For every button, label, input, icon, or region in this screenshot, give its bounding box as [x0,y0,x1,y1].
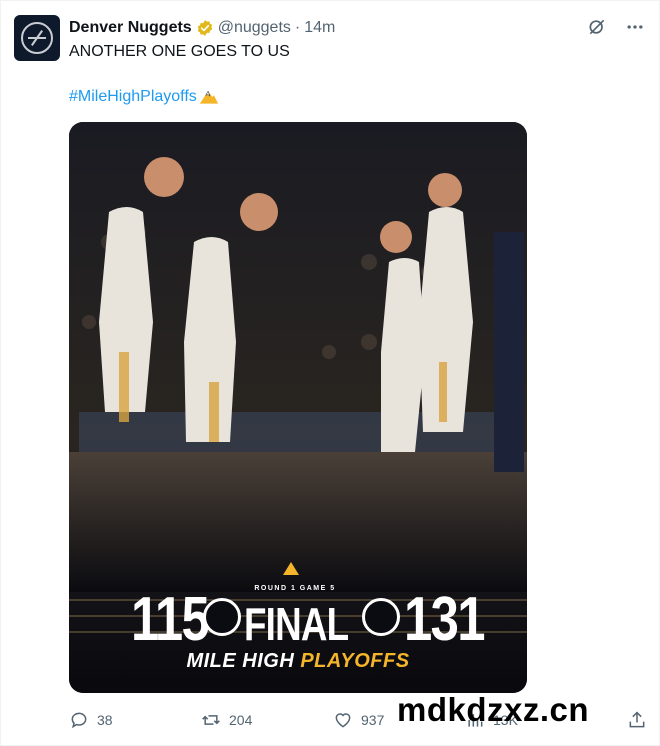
top-actions [587,17,645,37]
share-icon [629,711,645,728]
nuggets-logo-icon [21,22,53,54]
final-label: FINAL [244,598,349,650]
watermark-text: mdkdzxz.cn [397,691,590,728]
more-icon[interactable] [625,17,645,37]
banner-yellow: PLAYOFFS [300,650,410,672]
timestamp[interactable]: 14m [304,19,335,37]
banner-white: MILE HIGH [186,650,301,672]
tweet-media-image[interactable]: ROUND 1 GAME 5 115 FINAL 131 MILE HIGH P… [69,122,527,693]
verified-icon [197,20,212,36]
tweet-header: Denver Nuggets @nuggets · 14m [69,17,335,39]
reply-icon [71,712,87,729]
author-handle[interactable]: @nuggets [218,19,291,37]
mountain-emoji-icon [199,90,218,104]
team-logo-left-icon [203,598,241,636]
hashtag-link[interactable]: #MileHighPlayoffs [69,87,197,107]
playoffs-banner: MILE HIGH PLAYOFFS [69,650,527,673]
grok-icon[interactable] [587,17,607,37]
team-logo-right-icon [362,598,400,636]
tweet-text: ANOTHER ONE GOES TO US [69,43,290,60]
score-nuggets: 131 [404,585,486,654]
hashtag-line: #MileHighPlayoffs [69,87,219,107]
tweet-card[interactable]: Denver Nuggets @nuggets · 14m ANOTHER ON… [0,0,660,746]
round-label: ROUND 1 GAME 5 [254,585,336,592]
avatar[interactable] [14,15,60,61]
like-button[interactable]: 937 [333,710,384,730]
retweet-icon [202,715,220,725]
retweet-button[interactable]: 204 [201,710,252,730]
reply-button[interactable]: 38 [69,710,113,730]
reply-count: 38 [97,712,113,728]
like-icon [335,713,351,728]
author-name[interactable]: Denver Nuggets [69,19,192,37]
retweet-count: 204 [229,712,253,728]
scoreboard-overlay: ROUND 1 GAME 5 115 FINAL 131 MILE HIGH P… [69,122,527,693]
share-button[interactable] [627,710,647,730]
like-count: 937 [361,712,385,728]
score-opponent: 115 [131,585,210,654]
separator: · [294,19,301,36]
